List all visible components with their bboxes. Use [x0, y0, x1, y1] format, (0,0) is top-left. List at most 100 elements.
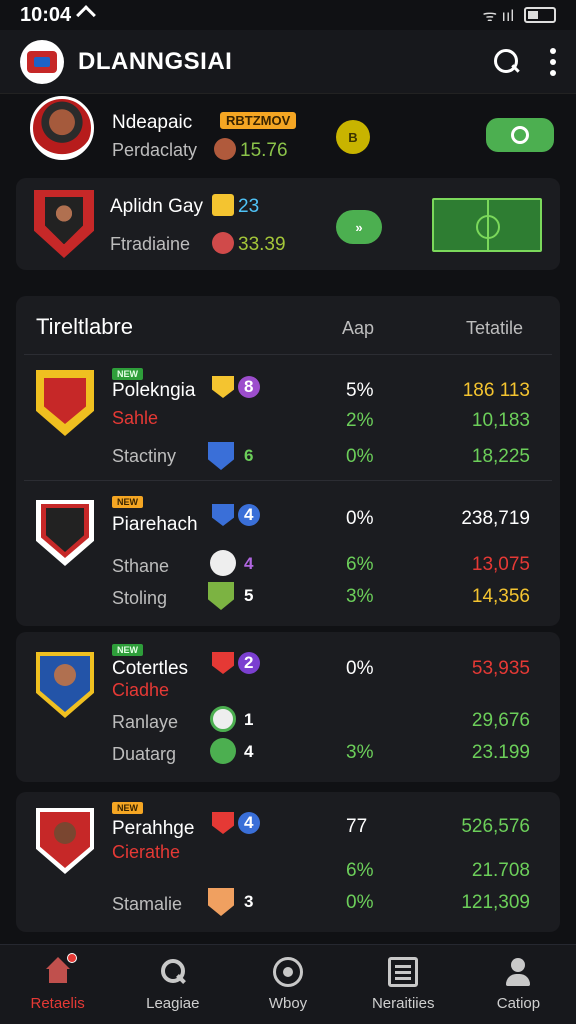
nav-item-play[interactable]: Wboy [230, 945, 345, 1024]
club-card[interactable]: NEW Cotertles 2 0% 53,935 Ciadhe Ranlaye… [16, 632, 560, 782]
app-value: 3% [346, 586, 374, 607]
nav-label: Retaelis [30, 995, 85, 1012]
total-value: 18,225 [471, 446, 530, 467]
club-sub-label: Sthane [112, 556, 170, 576]
ball-icon [273, 957, 303, 987]
total-value: 29,676 [471, 710, 530, 731]
rank-number: 8 [244, 377, 254, 396]
app-value: 77 [346, 816, 368, 837]
featured-team-card[interactable]: Aplidn Gay 23 Ftradiaine 33.39 » [16, 178, 560, 270]
club-sub-label: Duatarg [112, 744, 177, 764]
club-sub-label: Stamalie [112, 894, 183, 914]
player-stat-value: 15.76 [240, 140, 288, 161]
team-stat-value: 33.39 [238, 234, 286, 255]
new-tag: NEW [112, 644, 143, 656]
featured-player-card[interactable]: Ndeapaic RBTZMOV Perdaclaty 15.76 B [16, 96, 560, 174]
location-arrow-icon [76, 5, 97, 25]
app-logo[interactable] [20, 39, 64, 84]
total-value: 526,576 [461, 816, 530, 837]
app-bar: DLANNGSIAI [0, 30, 576, 94]
logo-emblem-icon [27, 50, 57, 73]
nav-label: Leagiae [146, 995, 200, 1012]
battery-icon [524, 7, 556, 23]
club-name: Cotertles [112, 658, 189, 679]
divider [24, 480, 552, 481]
club-crest [36, 370, 94, 436]
rank-number: 4 [244, 505, 254, 524]
team-stat-label: Ftradiaine [110, 234, 191, 254]
app-value: 0% [346, 658, 374, 679]
club-shield-icon [208, 442, 234, 470]
app-value: 6% [346, 860, 374, 881]
status-time: 10:04 [20, 3, 72, 26]
total-value: 14,356 [471, 586, 530, 607]
bottom-nav: Retaelis Leagiae Wboy Neraitiies Catiop [0, 944, 576, 1024]
app-value: 3% [346, 742, 374, 763]
club-badge-icon [210, 738, 236, 764]
app-title: DLANNGSIAI [78, 47, 233, 75]
club-sub-label: Stactiny [112, 446, 177, 466]
club-status: Cierathe [112, 842, 181, 862]
status-icons: ᯤ ııl [482, 4, 556, 26]
more-options-icon[interactable] [550, 47, 556, 76]
club-crest [36, 808, 94, 874]
gear-icon [511, 126, 529, 144]
team-rank: 23 [238, 196, 260, 217]
follow-button[interactable] [486, 118, 554, 152]
nav-item-profile[interactable]: Catiop [461, 945, 576, 1024]
player-badge: RBTZMOV [220, 112, 297, 129]
club-name: Polekngia [112, 380, 196, 401]
news-icon [388, 957, 419, 987]
club-card[interactable]: NEW Perahhge 4 77 526,576 Cierathe 6% 21… [16, 792, 560, 932]
app-value: 0% [346, 892, 374, 913]
team-player-name: Aplidn Gay [110, 196, 203, 217]
table-title: Tireltlabre [36, 314, 133, 339]
status-bar: 10:04 ᯤ ııl [0, 0, 576, 30]
coin-icon[interactable]: B [336, 120, 370, 154]
app-actions [492, 47, 556, 77]
signal-icons: ᯤ ııl [482, 8, 515, 25]
total-value: 121,309 [461, 892, 530, 913]
nav-item-leagues[interactable]: Leagiae [115, 945, 230, 1024]
shield-icon [212, 504, 234, 526]
club-badge-icon [210, 706, 236, 732]
nav-item-home[interactable]: Retaelis [0, 945, 115, 1024]
search-icon[interactable] [492, 47, 522, 77]
user-icon [503, 957, 533, 987]
sub-number: 1 [244, 710, 254, 729]
notification-dot [66, 953, 77, 963]
club-name: Perahhge [112, 818, 195, 839]
club-badge-icon [210, 550, 236, 576]
shield-icon [212, 652, 234, 674]
details-button[interactable]: » [336, 210, 382, 244]
nav-label: Neraitiies [371, 995, 435, 1012]
nav-item-news[interactable]: Neraitiies [346, 945, 461, 1024]
club-status: Ciadhe [112, 680, 170, 700]
club-sub-label: Ranlaye [112, 712, 179, 732]
new-tag: NEW [112, 802, 143, 814]
player-avatar [30, 96, 94, 160]
player-stat-label: Perdaclaty [112, 140, 198, 160]
magnify-icon [158, 957, 188, 987]
app-value: 6% [346, 554, 374, 575]
column-header-total[interactable]: Tetatile [466, 318, 523, 339]
club-shield-icon [208, 582, 234, 610]
pitch-icon[interactable] [432, 198, 542, 252]
team-crest [34, 190, 94, 258]
sub-number: 3 [244, 892, 254, 911]
sub-number: 4 [244, 742, 254, 761]
nav-label: Catiop [496, 995, 541, 1012]
new-tag: NEW [112, 368, 143, 380]
total-value: 13,075 [471, 554, 530, 575]
total-value: 23.199 [471, 742, 530, 763]
rank-number: 4 [244, 813, 254, 832]
captain-icon [212, 194, 234, 216]
club-name: Piarehach [112, 514, 198, 535]
sub-number: 5 [244, 586, 254, 605]
home-icon [43, 953, 77, 987]
app-value: 0% [346, 446, 374, 467]
new-tag: NEW [112, 496, 143, 508]
column-header-app[interactable]: Aap [342, 318, 374, 339]
standings-table: Tireltlabre Aap Tetatile NEW Polekngia 8… [16, 296, 560, 626]
club-sub-label: Stoling [112, 588, 168, 608]
